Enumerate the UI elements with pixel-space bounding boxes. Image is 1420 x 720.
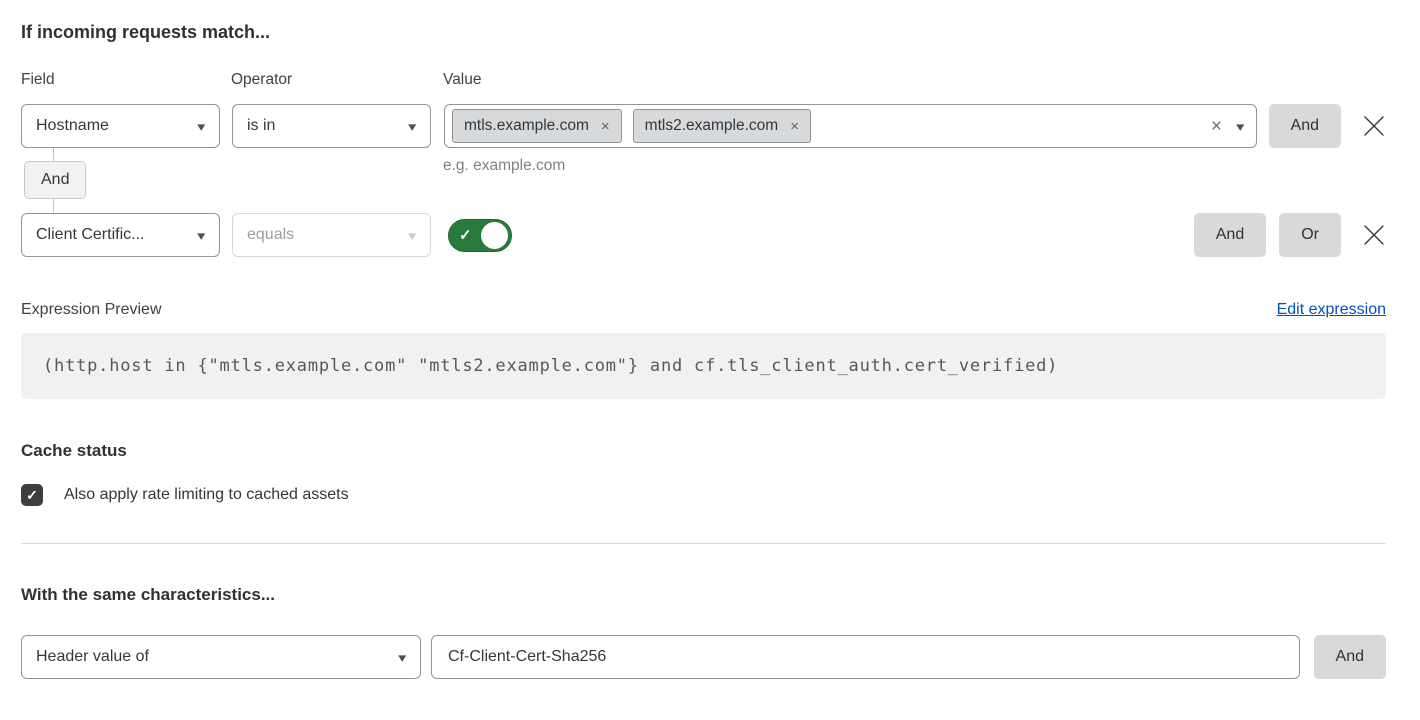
cache-status-heading: Cache status — [21, 441, 1386, 461]
add-and-condition-button-2[interactable]: And — [1194, 213, 1266, 257]
close-icon — [1362, 223, 1386, 247]
condition-row-1: Hostname ▾ is in ▾ mtls.example.com × mt… — [21, 104, 1386, 148]
value-tag-text: mtls2.example.com — [645, 117, 779, 135]
value-tag: mtls2.example.com × — [633, 109, 811, 143]
close-icon — [1362, 114, 1386, 138]
field-select-1[interactable]: Hostname ▾ — [21, 104, 220, 148]
expression-preview-header: Expression Preview Edit expression — [21, 301, 1386, 319]
operator-label: Operator — [231, 71, 443, 89]
cached-assets-checkbox[interactable]: ✓ — [21, 484, 43, 506]
add-characteristic-button[interactable]: And — [1314, 635, 1386, 679]
expression-code: (http.host in {"mtls.example.com" "mtls2… — [21, 333, 1386, 399]
add-or-condition-button[interactable]: Or — [1279, 213, 1341, 257]
tag-remove-icon[interactable]: × — [790, 118, 799, 135]
condition-column-labels: Field Operator Value — [21, 71, 1386, 89]
field-select-1-value: Hostname — [36, 117, 109, 135]
match-section-title: If incoming requests match... — [21, 22, 1386, 43]
value-multiselect[interactable]: mtls.example.com × mtls2.example.com × ×… — [444, 104, 1257, 148]
characteristic-select[interactable]: Header value of ▾ — [21, 635, 421, 679]
connector-line — [53, 148, 54, 161]
chevron-down-icon[interactable]: ▾ — [1236, 120, 1244, 133]
characteristics-row: Header value of ▾ And — [21, 635, 1386, 679]
condition-row-2: Client Certific... ▾ equals ▾ ✓ And Or — [21, 213, 1386, 257]
rate-limit-rule-builder: If incoming requests match... Field Oper… — [0, 0, 1420, 679]
chevron-down-icon: ▾ — [409, 229, 417, 242]
operator-select-1[interactable]: is in ▾ — [232, 104, 431, 148]
toggle-knob — [481, 222, 508, 249]
delete-condition-icon[interactable] — [1362, 114, 1386, 138]
chevron-down-icon: ▾ — [409, 120, 417, 133]
checkmark-icon: ✓ — [459, 228, 472, 243]
boolean-value-toggle[interactable]: ✓ — [448, 219, 512, 252]
connector-zone: And e.g. example.com — [21, 148, 1386, 213]
chevron-down-icon: ▾ — [198, 229, 206, 242]
edit-expression-link[interactable]: Edit expression — [1277, 301, 1386, 319]
value-tag: mtls.example.com × — [452, 109, 622, 143]
tag-remove-icon[interactable]: × — [601, 118, 610, 135]
operator-select-2: equals ▾ — [232, 213, 431, 257]
cached-assets-checkbox-label: Also apply rate limiting to cached asset… — [64, 486, 349, 504]
add-and-condition-button-1[interactable]: And — [1269, 104, 1341, 148]
characteristics-heading: With the same characteristics... — [21, 585, 1386, 605]
value-label: Value — [443, 71, 482, 89]
field-label: Field — [21, 71, 231, 89]
condition-connector: And — [24, 148, 86, 213]
operator-select-1-value: is in — [247, 117, 275, 135]
connector-and-toggle[interactable]: And — [24, 161, 86, 199]
field-select-2-value: Client Certific... — [36, 226, 144, 244]
clear-values-icon[interactable]: × — [1211, 117, 1222, 136]
delete-condition-icon[interactable] — [1362, 223, 1386, 247]
operator-select-2-value: equals — [247, 226, 294, 244]
characteristic-select-value: Header value of — [36, 648, 149, 666]
connector-line — [53, 199, 54, 213]
chevron-down-icon: ▾ — [399, 651, 407, 664]
expression-preview-label: Expression Preview — [21, 301, 162, 319]
section-divider — [21, 543, 1386, 544]
chevron-down-icon: ▾ — [198, 120, 206, 133]
value-helper-text: e.g. example.com — [443, 157, 565, 175]
header-name-input[interactable] — [431, 635, 1300, 679]
cache-checkbox-row: ✓ Also apply rate limiting to cached ass… — [21, 484, 1386, 506]
field-select-2[interactable]: Client Certific... ▾ — [21, 213, 220, 257]
value-tag-text: mtls.example.com — [464, 117, 589, 135]
